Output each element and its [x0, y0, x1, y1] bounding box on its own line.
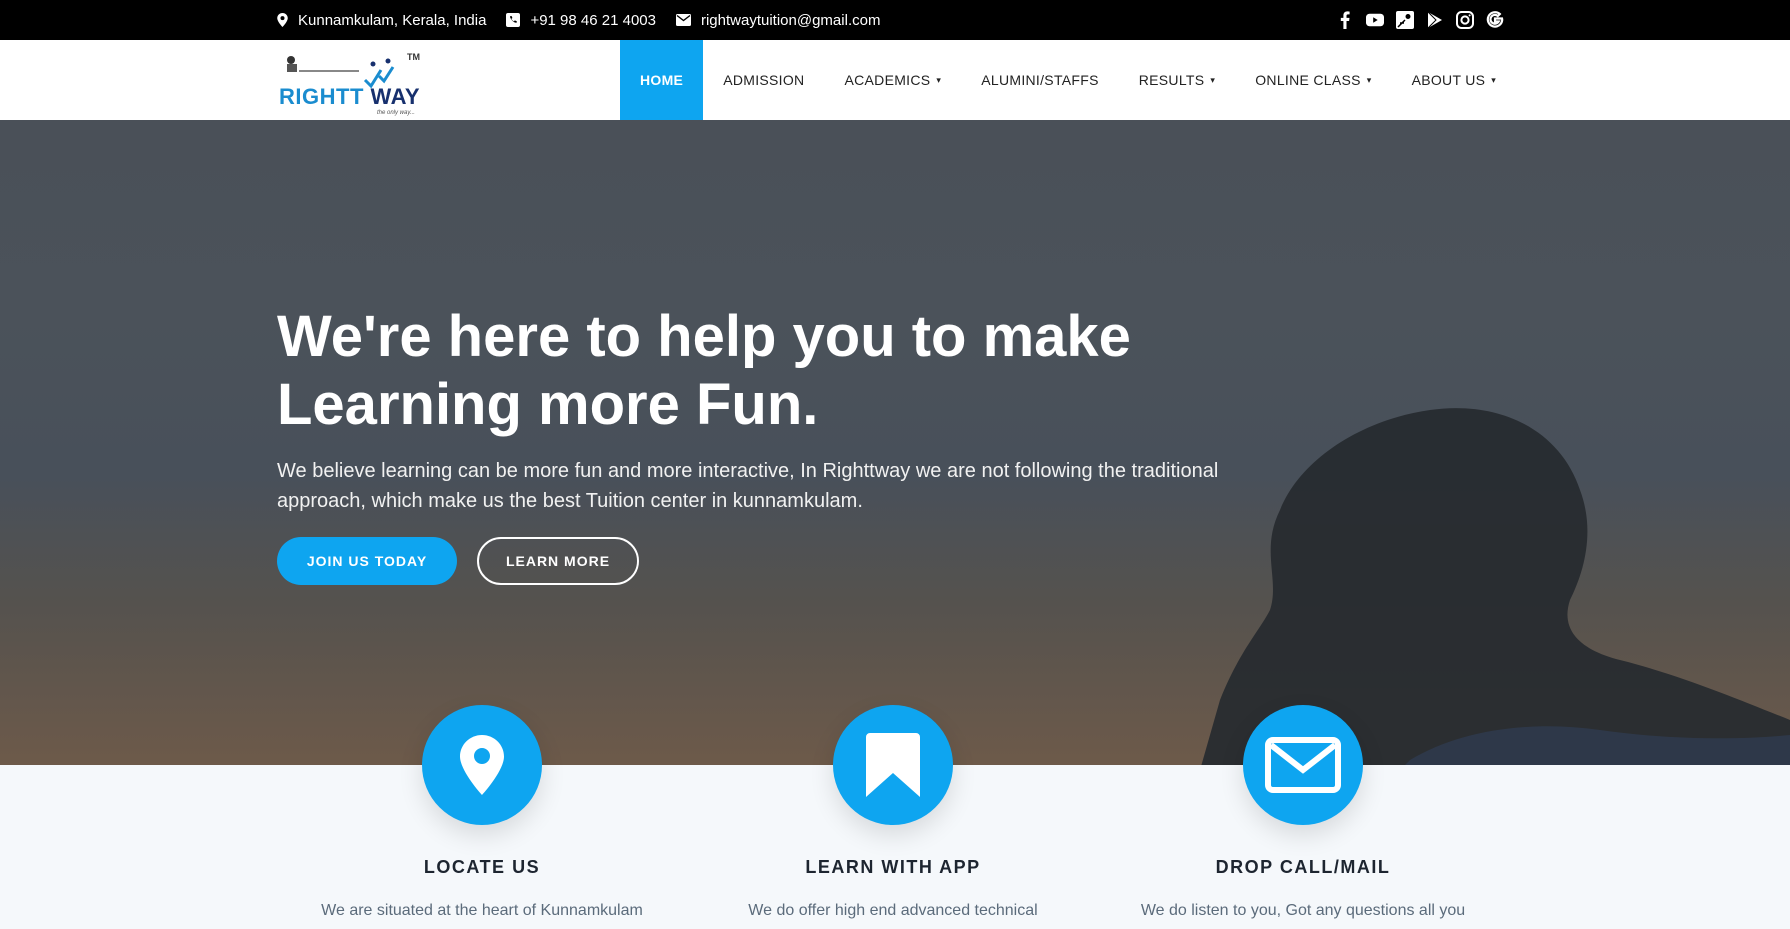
- learn-more-button[interactable]: LEARN MORE: [477, 537, 639, 585]
- phone-icon: [506, 13, 521, 27]
- phone-text: +91 98 46 21 4003: [530, 11, 656, 29]
- site-logo[interactable]: RIGHTT WAY TM the only way...: [277, 50, 427, 116]
- nav-item-label: ABOUT US: [1411, 72, 1486, 88]
- location-text: Kunnamkulam, Kerala, India: [298, 11, 487, 29]
- feature-locate-us: LOCATE US We are situated at the heart o…: [312, 705, 652, 920]
- logo-tagline: the only way...: [377, 110, 415, 116]
- hero-section: We're here to help you to make Learning …: [0, 120, 1790, 765]
- chevron-down-icon: ▾: [1491, 74, 1497, 85]
- hero-title: We're here to help you to make Learning …: [277, 303, 1177, 439]
- email-text: rightwaytuition@gmail.com: [700, 11, 881, 29]
- feature-icon-circle: [1243, 705, 1363, 825]
- nav-item-results[interactable]: RESULTS ▾: [1119, 40, 1235, 120]
- bookmark-icon: [866, 733, 920, 797]
- feature-text: We do offer high end advanced technical: [748, 902, 1038, 919]
- feature-icon-circle: [422, 705, 542, 825]
- facebook-icon[interactable]: [1336, 10, 1354, 30]
- play-store-icon[interactable]: [1426, 10, 1444, 30]
- logo-brand-part-b: WAY: [370, 84, 421, 109]
- top-bar: Kunnamkulam, Kerala, India +91 98 46 21 …: [0, 0, 1790, 40]
- nav-item-label: ACADEMICS: [844, 72, 931, 88]
- nav-item-academics[interactable]: ACADEMICS ▾: [824, 40, 961, 120]
- main-navbar: RIGHTT WAY TM the only way... HOME ADMIS…: [0, 40, 1790, 120]
- email-info[interactable]: rightwaytuition@gmail.com: [675, 11, 881, 29]
- nav-item-label: ONLINE CLASS: [1255, 72, 1361, 88]
- chevron-down-icon: ▾: [1366, 74, 1372, 85]
- nav-item-home[interactable]: HOME: [620, 40, 704, 120]
- feature-title: DROP CALL/MAIL: [1215, 857, 1391, 877]
- join-us-today-button[interactable]: JOIN US TODAY: [277, 537, 457, 585]
- hero-title-line-2: Learning more Fun.: [277, 372, 819, 437]
- location-info: Kunnamkulam, Kerala, India: [277, 12, 486, 29]
- phone-info[interactable]: +91 98 46 21 4003: [506, 12, 656, 29]
- nav-item-label: RESULTS: [1138, 72, 1205, 88]
- contact-info: Kunnamkulam, Kerala, India +91 98 46 21 …: [277, 0, 900, 40]
- chevron-down-icon: ▾: [936, 74, 942, 85]
- feature-title: LOCATE US: [423, 857, 541, 877]
- nav-item-online-class[interactable]: ONLINE CLASS ▾: [1235, 40, 1391, 120]
- nav-item-label: ALUMINI/STAFFS: [981, 72, 1099, 88]
- feature-learn-with-app: LEARN WITH APP We do offer high end adva…: [723, 705, 1063, 920]
- envelope-icon: [1265, 737, 1341, 793]
- logo-brand-part-a: RIGHTT: [279, 84, 364, 109]
- chevron-down-icon: ▾: [1210, 74, 1216, 85]
- nav-item-alumni-staffs[interactable]: ALUMINI/STAFFS: [961, 40, 1119, 120]
- feature-text: We are situated at the heart of Kunnamku…: [321, 902, 643, 919]
- map-pin-icon: [460, 735, 504, 795]
- logo-trademark: TM: [407, 52, 420, 62]
- features-section: LOCATE US We are situated at the heart o…: [0, 705, 1790, 929]
- hero-title-line-1: We're here to help you to make: [277, 304, 1131, 369]
- hero-subtitle: We believe learning can be more fun and …: [277, 460, 1219, 512]
- google-icon[interactable]: [1486, 10, 1504, 30]
- location-pin-icon: [277, 13, 288, 27]
- logo-wordmark: RIGHTT WAY: [279, 84, 420, 110]
- feature-drop-call-mail: DROP CALL/MAIL We do listen to you, Got …: [1133, 705, 1473, 920]
- instagram-icon[interactable]: [1456, 10, 1474, 30]
- nav-menu: HOME ADMISSION ACADEMICS ▾ ALUMINI/STAFFS…: [620, 40, 1516, 120]
- feature-title: LEARN WITH APP: [805, 857, 981, 877]
- envelope-small-icon: [675, 14, 691, 26]
- social-links: [1336, 0, 1504, 40]
- nav-item-label: HOME: [640, 72, 684, 88]
- maps-icon[interactable]: [1396, 10, 1414, 30]
- youtube-icon[interactable]: [1366, 10, 1384, 30]
- nav-item-about-us[interactable]: ABOUT US ▾: [1392, 40, 1517, 120]
- feature-icon-circle: [833, 705, 953, 825]
- feature-text: We do listen to you, Got any questions a…: [1140, 902, 1466, 919]
- nav-item-admission[interactable]: ADMISSION: [703, 40, 824, 120]
- nav-item-label: ADMISSION: [723, 72, 805, 88]
